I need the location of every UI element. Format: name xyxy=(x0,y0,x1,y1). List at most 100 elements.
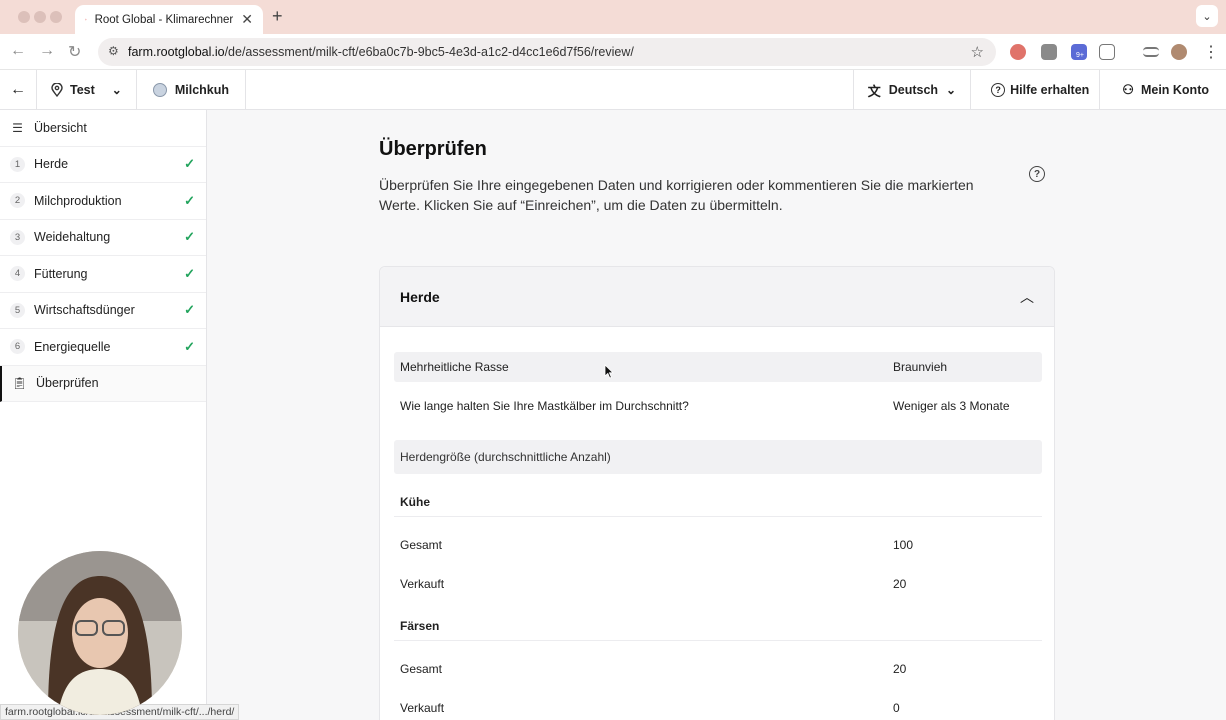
review-row: Wie lange halten Sie Ihre Mastkälber im … xyxy=(394,391,1042,421)
list-icon: ☰ xyxy=(12,120,23,135)
window-close-button[interactable] xyxy=(18,11,30,23)
sidebar-item-label: Fütterung xyxy=(34,266,88,281)
root-logo-icon xyxy=(85,18,87,21)
step-number: 5 xyxy=(10,302,25,318)
language-label: Deutsch xyxy=(888,83,939,97)
translate-icon: 文 xyxy=(867,83,881,99)
help-label: Hilfe erhalten xyxy=(1010,83,1090,97)
sidebar-item-weidehaltung[interactable]: 3 Weidehaltung ✓ xyxy=(0,220,206,256)
sidebar-item-herde[interactable]: 1 Herde ✓ xyxy=(0,147,206,183)
browser-tab-bar: Root Global - Klimarechner ✕ + ⌄ xyxy=(0,0,1226,34)
browser-tab[interactable]: Root Global - Klimarechner ✕ xyxy=(75,5,263,34)
sidebar-item-label: Wirtschaftsdünger xyxy=(34,303,135,318)
window-minimize-button[interactable] xyxy=(34,11,46,23)
animal-type: Milchkuh xyxy=(137,69,247,110)
group-header: Herdengröße (durchschnittliche Anzahl) xyxy=(394,440,1042,474)
reload-icon[interactable]: ↻ xyxy=(68,42,81,62)
step-number: 3 xyxy=(10,229,25,245)
site-settings-icon[interactable]: ⚙ xyxy=(108,44,119,58)
step-number: 6 xyxy=(10,339,25,355)
section-header[interactable]: Herde ︿ xyxy=(380,267,1054,327)
extension-badge: 9+ xyxy=(1075,52,1085,59)
url-host: farm.rootglobal.io xyxy=(128,45,225,59)
tab-search-button[interactable]: ⌄ xyxy=(1196,5,1218,27)
herde-section-card: Herde ︿ Mehrheitliche Rasse Braunvieh Wi… xyxy=(379,266,1055,720)
kebab-menu-icon[interactable]: ⋮ xyxy=(1203,42,1219,62)
chevron-up-icon[interactable]: ︿ xyxy=(1020,287,1034,307)
forward-arrow-icon[interactable]: → xyxy=(39,42,55,60)
account-label: Mein Konto xyxy=(1140,83,1209,97)
sidebar-item-fuetterung[interactable]: 4 Fütterung ✓ xyxy=(0,256,206,293)
sidebar-item-label: Herde xyxy=(34,157,69,172)
presenter-video-icon xyxy=(18,551,182,715)
review-row: Verkauft 0 xyxy=(394,693,1042,720)
cow-icon xyxy=(152,82,167,97)
page-title: Überprüfen xyxy=(379,138,487,160)
review-row: Verkauft 20 xyxy=(394,569,1042,599)
sidebar-item-wirtschaftsduenger[interactable]: 5 Wirtschaftsdünger ✓ xyxy=(0,293,206,329)
sidebar-item-label: Weidehaltung xyxy=(34,230,111,245)
subgroup-label: Kühe xyxy=(400,494,430,509)
row-label: Wie lange halten Sie Ihre Mastkälber im … xyxy=(400,399,689,413)
help-button[interactable]: ? Hilfe erhalten xyxy=(970,70,1099,110)
tab-title: Root Global - Klimarechner xyxy=(94,13,234,26)
pdf-extension-icon[interactable] xyxy=(1041,44,1057,60)
account-button[interactable]: ⚇ Mein Konto xyxy=(1099,70,1226,110)
sidebar-item-label: Energiequelle xyxy=(34,339,111,354)
tab-close-icon[interactable]: ✕ xyxy=(241,11,253,28)
profile-avatar[interactable] xyxy=(1171,44,1187,60)
media-control-icon[interactable] xyxy=(1143,47,1159,57)
section-title: Herde xyxy=(400,288,440,305)
address-bar[interactable]: ⚙ farm.rootglobal.io/de/assessment/milk-… xyxy=(98,38,996,66)
review-row: Gesamt 100 xyxy=(394,530,1042,560)
row-value: Weniger als 3 Monate xyxy=(893,399,1010,413)
check-icon: ✓ xyxy=(184,156,195,172)
row-label: Gesamt xyxy=(400,662,443,676)
browser-toolbar: ← → ↻ ⚙ farm.rootglobal.io/de/assessment… xyxy=(0,34,1226,70)
chevron-down-icon: ⌄ xyxy=(111,82,122,97)
review-row: Gesamt 20 xyxy=(394,654,1042,684)
check-icon: ✓ xyxy=(184,265,195,281)
farm-selector[interactable]: Test ⌄ xyxy=(37,69,137,110)
help-question-icon[interactable]: ? xyxy=(1029,166,1045,182)
extension-icon[interactable] xyxy=(1010,44,1026,60)
sidebar-item-energiequelle[interactable]: 6 Energiequelle ✓ xyxy=(0,329,206,366)
user-icon: ⚇ xyxy=(1122,82,1134,97)
page-description: Überprüfen Sie Ihre eingegebenen Daten u… xyxy=(379,177,974,213)
webcam-overlay xyxy=(18,551,182,715)
puzzle-icon[interactable] xyxy=(1099,44,1115,60)
sidebar-item-label: Milchproduktion xyxy=(34,193,122,208)
sidebar-item-label: Übersicht xyxy=(34,120,87,135)
subgroup-heading-kuehe: Kühe xyxy=(394,487,1042,517)
clipboard-check-icon: 📋︎ xyxy=(12,376,28,391)
check-icon: ✓ xyxy=(184,338,195,354)
url-path: /de/assessment/milk-cft/e6ba0c7b-9bc5-4e… xyxy=(224,45,634,59)
sidebar-item-milchproduktion[interactable]: 2 Milchproduktion ✓ xyxy=(0,183,206,220)
sidebar-item-review[interactable]: 📋︎ Überprüfen xyxy=(0,365,206,402)
check-icon: ✓ xyxy=(184,192,195,208)
bookmark-star-icon[interactable]: ☆ xyxy=(971,43,984,61)
farm-name: Test xyxy=(70,82,95,97)
sidebar-item-label: Überprüfen xyxy=(36,376,99,391)
subgroup-heading-faersen: Färsen xyxy=(394,611,1042,641)
step-number: 4 xyxy=(10,266,25,282)
window-zoom-button[interactable] xyxy=(50,11,62,23)
new-tab-icon[interactable]: + xyxy=(272,6,283,27)
row-label: Gesamt xyxy=(400,538,443,552)
chevron-down-icon: ⌄ xyxy=(1202,10,1212,23)
mouse-cursor-icon xyxy=(604,364,614,379)
row-value: 0 xyxy=(893,701,900,715)
row-label: Verkauft xyxy=(400,577,445,591)
check-icon: ✓ xyxy=(184,229,195,245)
group-label: Herdengröße (durchschnittliche Anzahl) xyxy=(400,450,611,464)
row-value: 20 xyxy=(893,662,907,676)
app-header: ← Test ⌄ Milchkuh 文 Deutsch ⌄ ? Hilfe er… xyxy=(0,69,1226,110)
language-selector[interactable]: 文 Deutsch ⌄ xyxy=(852,70,970,110)
extension-badge-icon[interactable]: 9+ xyxy=(1071,44,1087,60)
back-button[interactable]: ← xyxy=(0,69,37,110)
step-number: 2 xyxy=(10,193,25,209)
back-arrow-icon[interactable]: ← xyxy=(10,42,26,60)
main-content: Überprüfen Überprüfen Sie Ihre eingegebe… xyxy=(208,110,1226,720)
sidebar-item-overview[interactable]: ☰ Übersicht xyxy=(0,110,206,147)
question-icon: ? xyxy=(991,83,1006,97)
